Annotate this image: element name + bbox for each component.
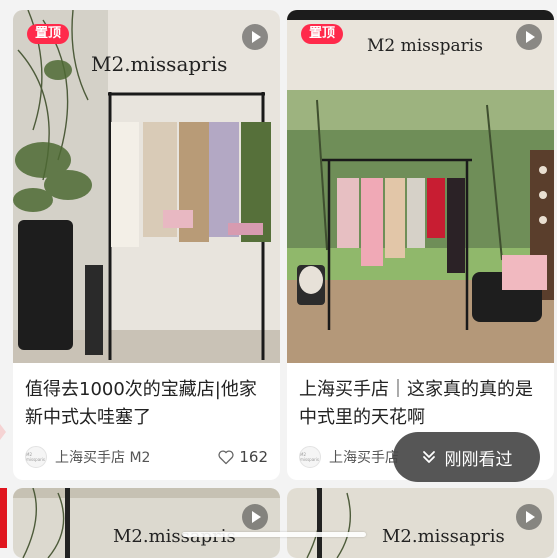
just-viewed-button[interactable]: 刚刚看过 <box>393 432 540 482</box>
pinned-badge: 置顶 <box>301 24 344 44</box>
pinned-badge: 置顶 <box>27 24 70 44</box>
chevron-double-down-icon <box>422 451 435 463</box>
play-icon[interactable] <box>516 24 542 50</box>
like-count: 162 <box>239 448 268 466</box>
author-name[interactable]: 上海买手店 M2 <box>55 447 217 467</box>
storefront-sign-text: M2.missapris <box>382 526 505 547</box>
feed-card-2[interactable]: M2 missparis 置顶 上海买手店｜这家真的真的是中式里的天花啊 M2 … <box>287 10 554 480</box>
heart-icon <box>218 450 234 465</box>
just-viewed-label: 刚刚看过 <box>444 449 513 470</box>
side-edge-tab <box>0 424 6 440</box>
card-meta: M2 missparis 上海买手店 M2 162 <box>25 446 268 468</box>
avatar[interactable]: M2 missparis <box>25 446 47 468</box>
play-icon[interactable] <box>516 504 542 530</box>
avatar[interactable]: M2 missparis <box>299 446 321 468</box>
play-icon[interactable] <box>242 504 268 530</box>
feed-card-1[interactable]: M2.missapris 置顶 值得去1000次的宝藏店|他家新中式太哇塞了 M… <box>13 10 280 480</box>
card-title[interactable]: 上海买手店｜这家真的真的是中式里的天花啊 <box>299 376 544 432</box>
side-edge-accent <box>0 488 7 548</box>
card-title[interactable]: 值得去1000次的宝藏店|他家新中式太哇塞了 <box>25 376 270 432</box>
storefront-sign-text: M2.missapris <box>91 52 228 76</box>
play-icon[interactable] <box>242 24 268 50</box>
storefront-sign-text: M2 missparis <box>367 36 483 56</box>
home-indicator[interactable] <box>182 532 366 537</box>
card-2-photo[interactable] <box>287 10 554 363</box>
like-button[interactable]: 162 <box>217 448 268 466</box>
